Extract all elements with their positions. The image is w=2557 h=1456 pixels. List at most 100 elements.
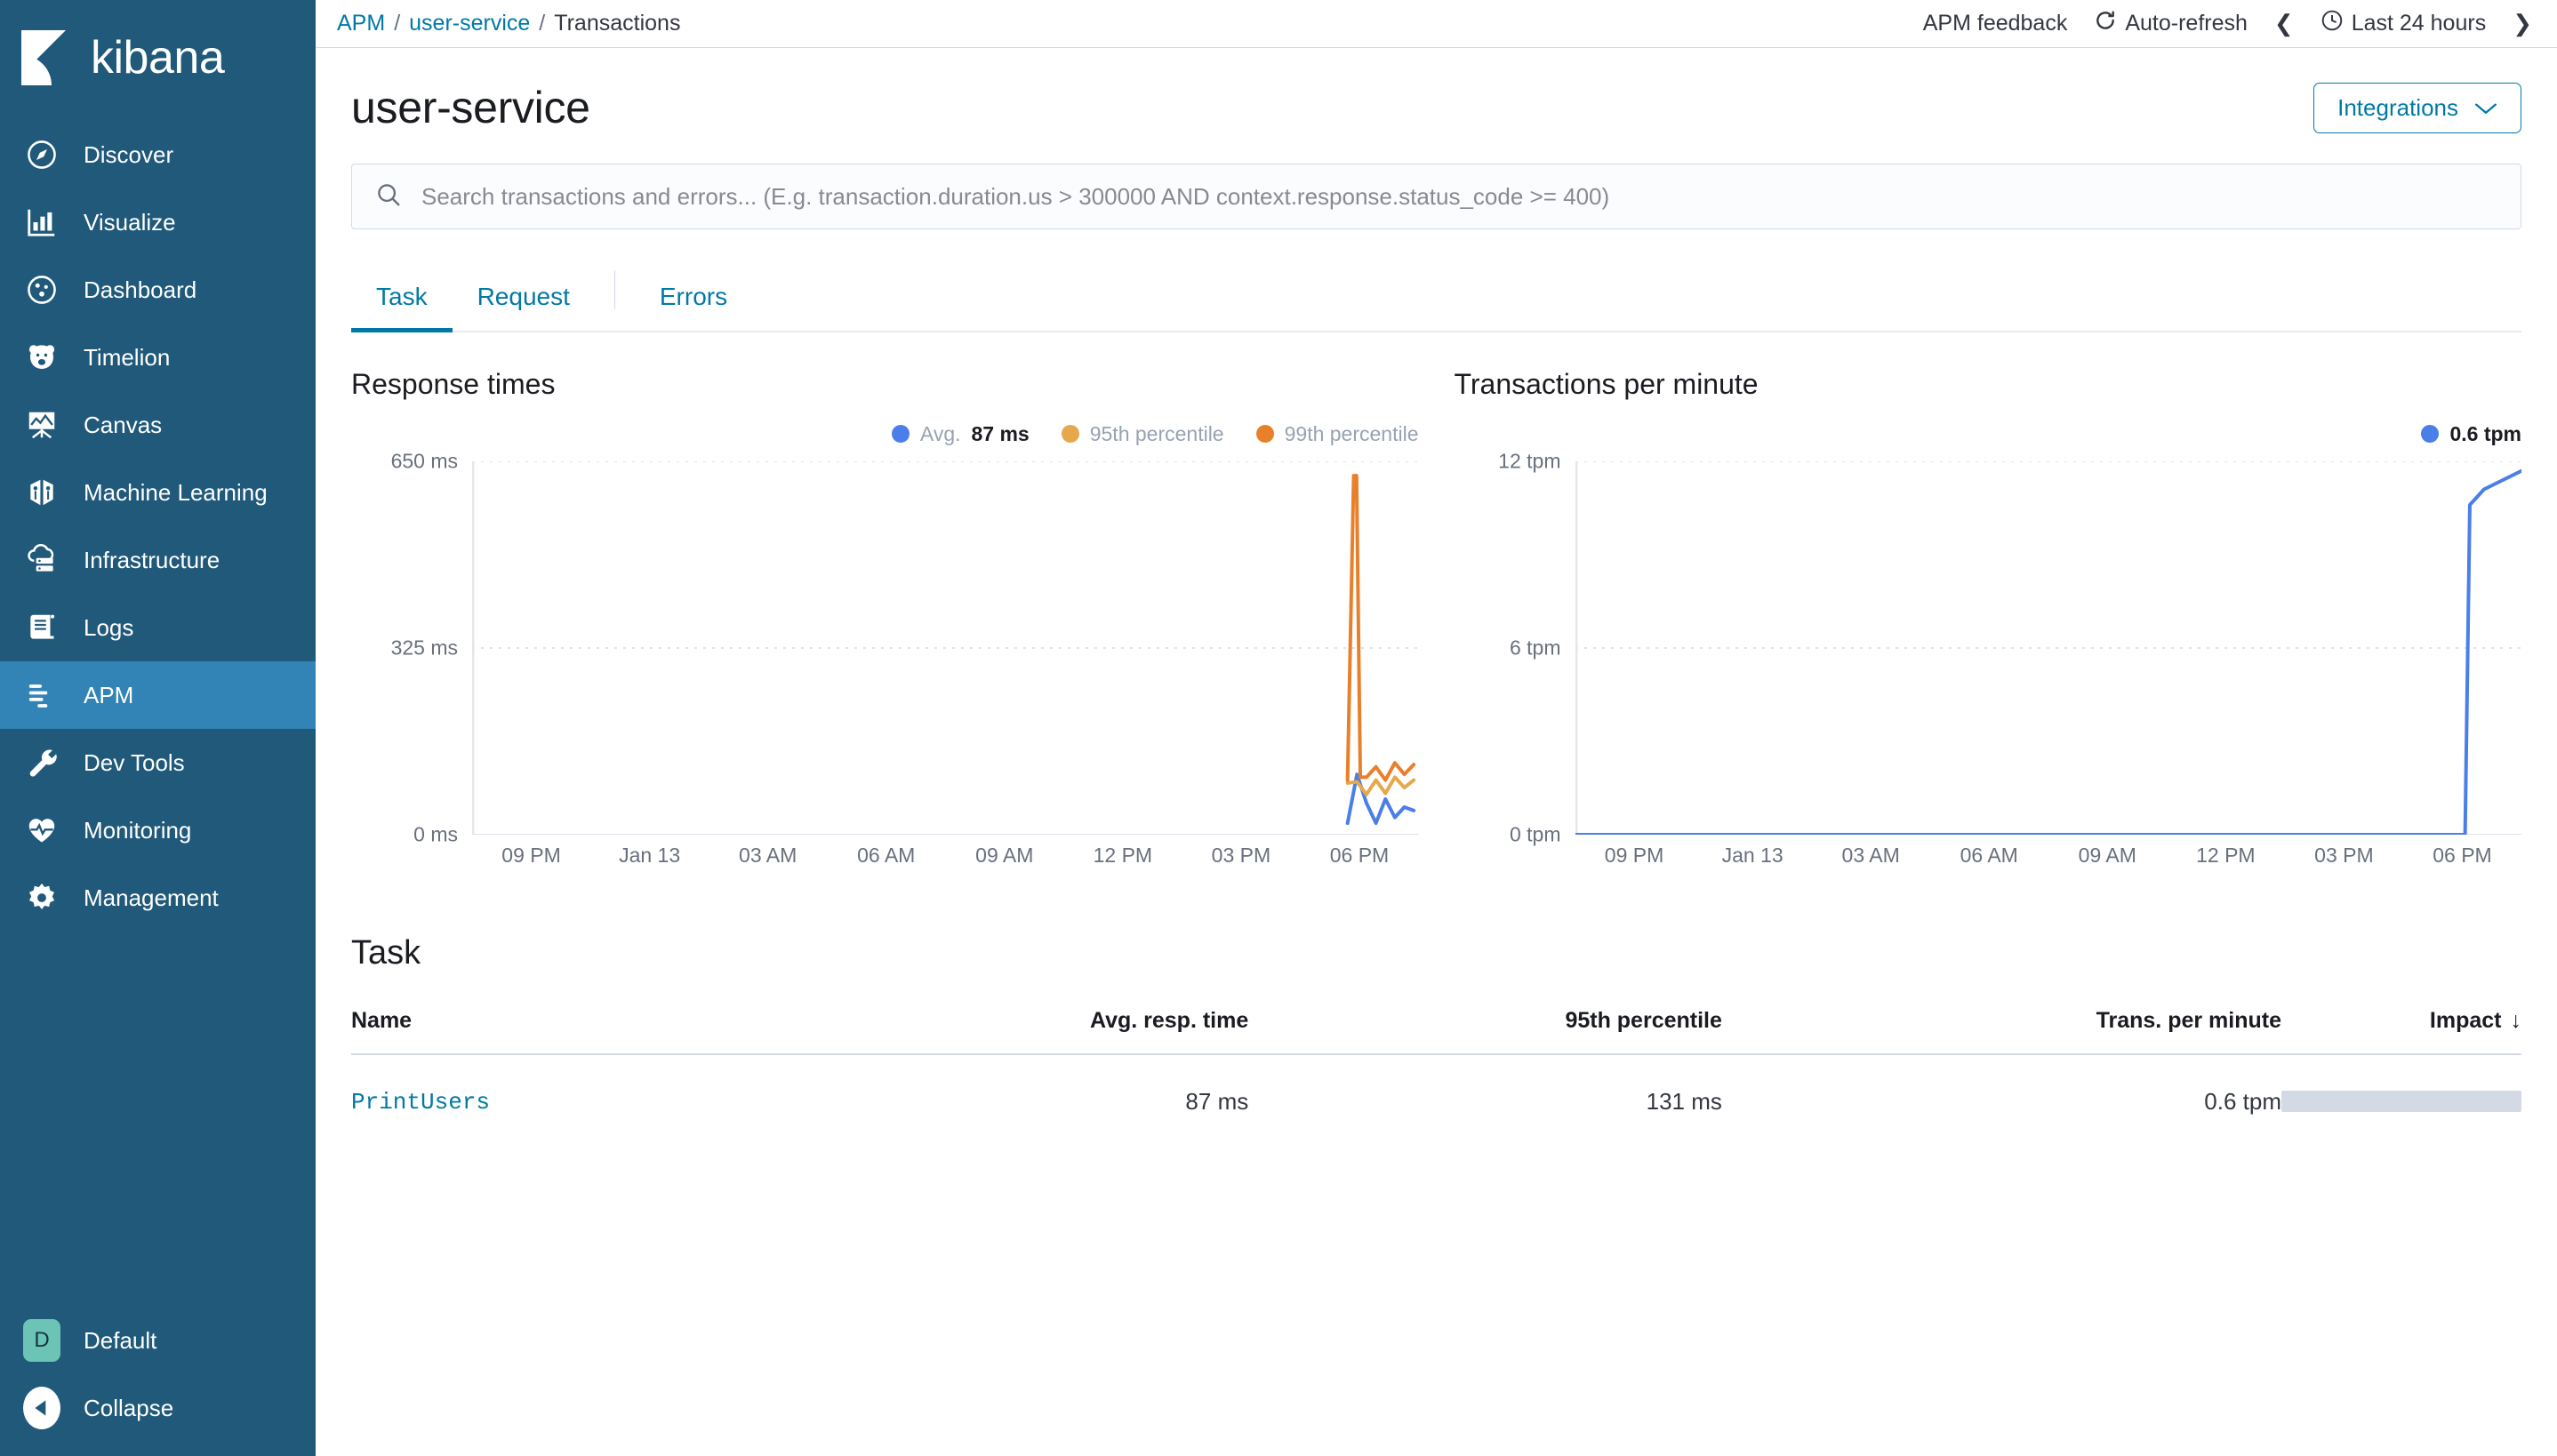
cell-95th-percentile: 131 ms (1646, 1087, 1722, 1115)
tab-request[interactable]: Request (453, 283, 595, 331)
x-axis-tick-label: 09 PM (501, 844, 561, 867)
legend-dot (891, 425, 910, 443)
sidebar-item-machine-learning[interactable]: Machine Learning (0, 459, 316, 526)
legend-value: 87 ms (971, 421, 1030, 445)
search-bar[interactable]: Search transactions and errors... (E.g. … (351, 164, 2521, 229)
transaction-name-link[interactable]: PrintUsers (351, 1089, 490, 1116)
sidebar-item-logs[interactable]: Logs (0, 594, 316, 661)
clock-icon (2321, 9, 2344, 38)
avatar: D (23, 1319, 60, 1362)
integrations-button[interactable]: Integrations (2313, 82, 2521, 133)
plot-area[interactable] (472, 461, 1419, 835)
tab-task[interactable]: Task (351, 283, 453, 332)
legend-item-avg[interactable]: Avg. 87 ms (891, 421, 1030, 446)
x-axis-tick-label: 06 PM (1329, 844, 1390, 867)
app-root: kibana Discover Visualize Dashboard Time… (0, 0, 2557, 1456)
sidebar-item-monitoring[interactable]: Monitoring (0, 796, 316, 864)
x-axis-tick-label: 09 AM (975, 844, 1034, 867)
sidebar-item-dev-tools[interactable]: Dev Tools (0, 729, 316, 796)
sidebar-item-infrastructure[interactable]: Infrastructure (0, 526, 316, 594)
column-header-impact[interactable]: Impact ↓ (2281, 1008, 2521, 1055)
chart-legend: Avg. 87 ms 95th percentile 99th percenti… (351, 419, 1419, 449)
y-axis-labels: 0 ms 325 ms 650 ms (351, 450, 467, 846)
sidebar-item-label: Visualize (84, 208, 176, 236)
plot-wrap: 0 ms 325 ms 650 ms 09 PM Jan 13 03 AM 06 AM 09… (351, 450, 1419, 879)
sidebar-item-label: Dashboard (84, 276, 197, 303)
x-axis-tick-label: 03 AM (739, 844, 798, 867)
y-axis-tick-label: 0 ms (413, 822, 458, 846)
sidebar-item-discover[interactable]: Discover (0, 121, 316, 188)
sidebar-item-label: Discover (84, 140, 174, 168)
legend-item-p95[interactable]: 95th percentile (1061, 421, 1224, 446)
auto-refresh-button[interactable]: Auto-refresh (2094, 9, 2248, 38)
plot-area[interactable] (1575, 461, 2522, 835)
sidebar-item-visualize[interactable]: Visualize (0, 188, 316, 256)
y-axis-tick-label: 12 tpm (1498, 449, 1561, 473)
sidebar-item-canvas[interactable]: Canvas (0, 391, 316, 459)
sidebar-collapse-button[interactable]: Collapse (0, 1374, 316, 1442)
sidebar-item-management[interactable]: Management (0, 864, 316, 932)
breadcrumb-separator: / (394, 11, 401, 36)
sidebar-item-dashboard[interactable]: Dashboard (0, 256, 316, 324)
x-axis-tick-label: 06 PM (2433, 844, 2492, 867)
legend-label: 95th percentile (1089, 421, 1224, 445)
table-head: Name Avg. resp. time 95th percentile Tra… (351, 1008, 2521, 1055)
y-axis-labels: 0 tpm 6 tpm 12 tpm (1455, 450, 1570, 846)
table-row[interactable]: PrintUsers 87 ms 131 ms 0.6 tpm (351, 1054, 2521, 1148)
legend-item-p99[interactable]: 99th percentile (1255, 421, 1419, 446)
sidebar-item-label: Dev Tools (84, 748, 185, 776)
tab-errors[interactable]: Errors (635, 283, 752, 331)
impact-label: Impact (2429, 1008, 2502, 1033)
x-axis-tick-label: 06 AM (857, 844, 916, 867)
chart-title: Transactions per minute (1454, 368, 1759, 400)
x-axis-tick-label: 03 AM (1841, 844, 1900, 867)
page-title: user-service (351, 83, 590, 132)
column-header-trans-per-minute[interactable]: Trans. per minute (1721, 1008, 2281, 1055)
auto-refresh-label: Auto-refresh (2125, 11, 2248, 36)
column-header-avg-resp-time[interactable]: Avg. resp. time (770, 1008, 1249, 1055)
x-axis-tick-label: 09 PM (1604, 844, 1664, 867)
breadcrumb-item-user-service[interactable]: user-service (409, 11, 530, 36)
time-range-button[interactable]: Last 24 hours (2321, 9, 2486, 38)
space-label: Default (84, 1326, 157, 1354)
cell-trans-per-minute: 0.6 tpm (2204, 1087, 2281, 1115)
legend-label: 99th percentile (1284, 421, 1419, 445)
x-axis-tick-label: 12 PM (1093, 844, 1153, 867)
sidebar-space-selector[interactable]: D Default (0, 1307, 316, 1374)
dashboard-icon (23, 271, 60, 308)
column-header-95th-percentile[interactable]: 95th percentile (1248, 1008, 1722, 1055)
machine-learning-icon (23, 474, 60, 511)
search-input[interactable]: Search transactions and errors... (E.g. … (421, 183, 1609, 211)
transactions-per-minute-chart: Transactions per minute 0.6 tpm 0 tpm 6 t… (1455, 368, 2522, 879)
time-next-button[interactable]: ❯ (2513, 10, 2532, 37)
cell-name: PrintUsers (351, 1054, 770, 1148)
brand[interactable]: kibana (0, 0, 316, 116)
collapse-left-icon (23, 1387, 60, 1429)
sidebar-bottom: D Default Collapse (0, 1307, 316, 1456)
x-axis-labels: 09 PM Jan 13 03 AM 06 AM 09 AM 12 PM 03 PM 06 P… (1575, 844, 2522, 876)
tab-divider (613, 270, 615, 309)
sidebar-item-timelion[interactable]: Timelion (0, 324, 316, 391)
task-section-title: Task (351, 934, 421, 972)
breadcrumb-item-apm[interactable]: APM (337, 11, 385, 36)
easel-icon (23, 406, 60, 444)
x-axis-tick-label: Jan 13 (1721, 844, 1783, 867)
x-axis-tick-label: 06 AM (1960, 844, 2018, 867)
transaction-tabs: Task Request Errors (351, 263, 2521, 332)
plot-wrap: 0 tpm 6 tpm 12 tpm 09 PM Jan 13 03 AM 06 AM 09… (1455, 450, 2522, 879)
charts-row: Response times Avg. 87 ms 95th percentil… (351, 368, 2521, 879)
brand-label: kibana (91, 32, 225, 84)
x-axis-tick-label: 03 PM (2314, 844, 2374, 867)
time-prev-button[interactable]: ❮ (2274, 10, 2294, 37)
sidebar-item-apm[interactable]: APM (0, 661, 316, 729)
apm-feedback-link[interactable]: APM feedback (1923, 11, 2068, 36)
x-axis-tick-label: 09 AM (2078, 844, 2136, 867)
y-axis-tick-label: 6 tpm (1509, 636, 1561, 660)
y-axis-tick-label: 325 ms (390, 636, 458, 660)
x-axis-tick-label: Jan 13 (619, 844, 681, 867)
collapse-label: Collapse (84, 1394, 174, 1421)
legend-item-tpm[interactable]: 0.6 tpm (2421, 422, 2521, 446)
x-axis-labels: 09 PM Jan 13 03 AM 06 AM 09 AM 12 PM 03 PM 06 P… (472, 844, 1419, 876)
sidebar-item-label: Canvas (84, 411, 163, 438)
column-header-name[interactable]: Name (351, 1008, 771, 1055)
